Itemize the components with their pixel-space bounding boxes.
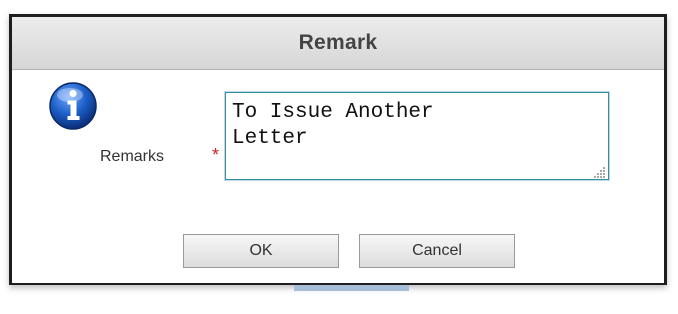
background-tab-strip xyxy=(294,285,409,291)
ok-button[interactable]: OK xyxy=(183,234,339,268)
remarks-label: Remarks xyxy=(100,148,165,165)
dialog-titlebar[interactable]: Remark xyxy=(12,17,664,70)
remarks-textarea[interactable]: To Issue Another Letter xyxy=(224,91,610,181)
cancel-button[interactable]: Cancel xyxy=(359,234,515,268)
resize-grip-icon[interactable] xyxy=(594,166,606,178)
dialog-title: Remark xyxy=(298,31,378,54)
required-marker: * xyxy=(212,145,220,165)
info-icon xyxy=(49,82,97,130)
